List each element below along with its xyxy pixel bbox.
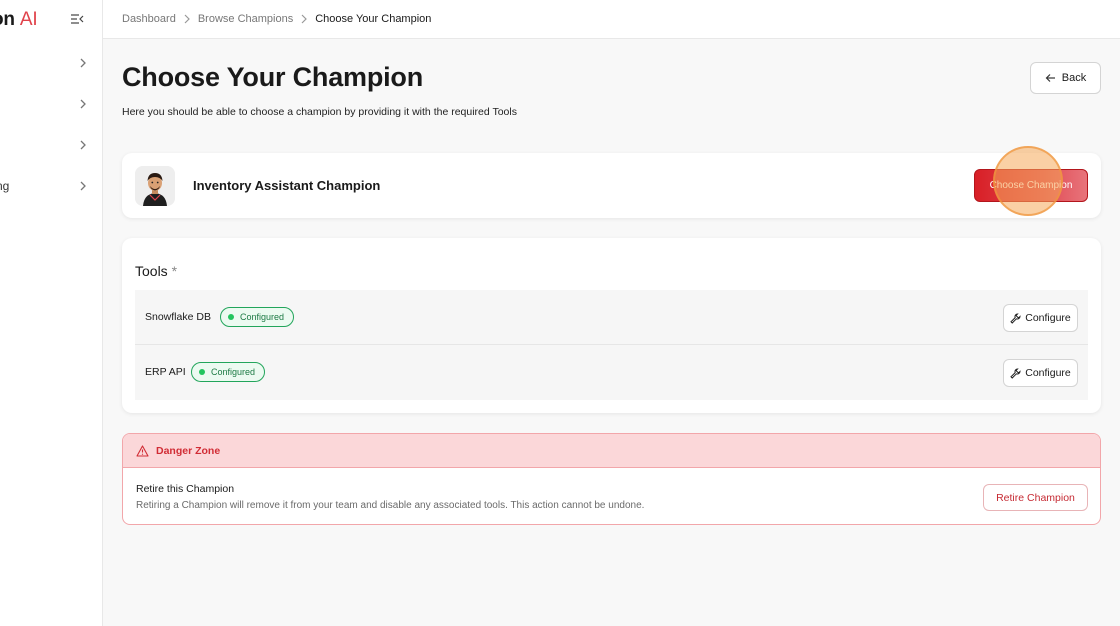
warning-triangle-icon bbox=[136, 445, 149, 457]
back-button-label: Back bbox=[1061, 72, 1087, 84]
retire-champion-button[interactable]: Retire Champion bbox=[983, 484, 1088, 511]
app-logo: on AI bbox=[0, 9, 38, 31]
tools-title: Tools bbox=[135, 263, 168, 279]
required-mark: * bbox=[171, 263, 178, 279]
top-bar: Dashboard Browse Champions Choose Your C… bbox=[103, 0, 1120, 39]
breadcrumb-current: Choose Your Champion bbox=[315, 13, 432, 25]
champion-name: Inventory Assistant Champion bbox=[193, 178, 381, 193]
status-dot-icon bbox=[199, 369, 205, 375]
tool-name: ERP API bbox=[145, 366, 186, 378]
status-dot-icon bbox=[228, 314, 234, 320]
choose-champion-button[interactable]: Choose Champion bbox=[974, 169, 1088, 202]
configure-button[interactable]: Configure bbox=[1003, 304, 1078, 332]
tool-row: ERP API Configured Configure bbox=[135, 345, 1088, 400]
breadcrumb: Dashboard Browse Champions Choose Your C… bbox=[122, 13, 431, 25]
wrench-icon bbox=[1010, 312, 1021, 324]
page-title: Choose Your Champion bbox=[122, 62, 424, 92]
chevron-right-icon bbox=[80, 58, 86, 68]
sidebar-item-3[interactable] bbox=[0, 133, 102, 157]
status-badge: Configured bbox=[191, 362, 266, 382]
retire-title: Retire this Champion bbox=[136, 483, 235, 495]
sidebar: on AI ng bbox=[0, 0, 103, 626]
sidebar-item-2[interactable] bbox=[0, 92, 102, 116]
danger-zone-title: Danger Zone bbox=[156, 445, 221, 457]
danger-zone-header: Danger Zone bbox=[123, 434, 1100, 468]
tool-row: Snowflake DB Configured Configure bbox=[135, 290, 1088, 345]
chevron-right-icon bbox=[176, 13, 198, 25]
wrench-icon bbox=[1010, 367, 1021, 379]
tools-card: Tools * Snowflake DB Configured Configur… bbox=[122, 238, 1101, 413]
breadcrumb-browse-champions[interactable]: Browse Champions bbox=[198, 13, 293, 25]
status-badge-label: Configured bbox=[211, 367, 256, 377]
sidebar-item-label: ng bbox=[0, 179, 10, 193]
champion-avatar bbox=[135, 166, 175, 206]
status-badge: Configured bbox=[220, 307, 295, 327]
status-badge-label: Configured bbox=[240, 312, 285, 322]
back-button[interactable]: Back bbox=[1030, 62, 1101, 94]
champion-card: Inventory Assistant Champion Choose Cham… bbox=[122, 146, 1101, 218]
chevron-right-icon bbox=[80, 140, 86, 150]
tools-heading: Tools * bbox=[135, 263, 177, 279]
sidebar-collapse-icon[interactable] bbox=[70, 12, 84, 26]
chevron-right-icon bbox=[80, 181, 86, 191]
logo-accent: AI bbox=[19, 9, 38, 30]
configure-button[interactable]: Configure bbox=[1003, 359, 1078, 387]
chevron-right-icon bbox=[293, 13, 315, 25]
configure-button-label: Configure bbox=[1025, 312, 1071, 324]
configure-button-label: Configure bbox=[1025, 367, 1071, 379]
retire-description: Retiring a Champion will remove it from … bbox=[136, 500, 645, 511]
sidebar-item-1[interactable] bbox=[0, 51, 102, 75]
sidebar-item-4[interactable]: ng bbox=[0, 174, 102, 198]
chevron-right-icon bbox=[80, 99, 86, 109]
danger-zone-card: Danger Zone Retire this Champion Retirin… bbox=[122, 433, 1101, 525]
tool-name: Snowflake DB bbox=[145, 311, 211, 323]
arrow-left-icon bbox=[1045, 74, 1055, 82]
page-subtitle: Here you should be able to choose a cham… bbox=[122, 106, 517, 118]
breadcrumb-dashboard[interactable]: Dashboard bbox=[122, 13, 176, 25]
logo-text: on bbox=[0, 9, 15, 30]
